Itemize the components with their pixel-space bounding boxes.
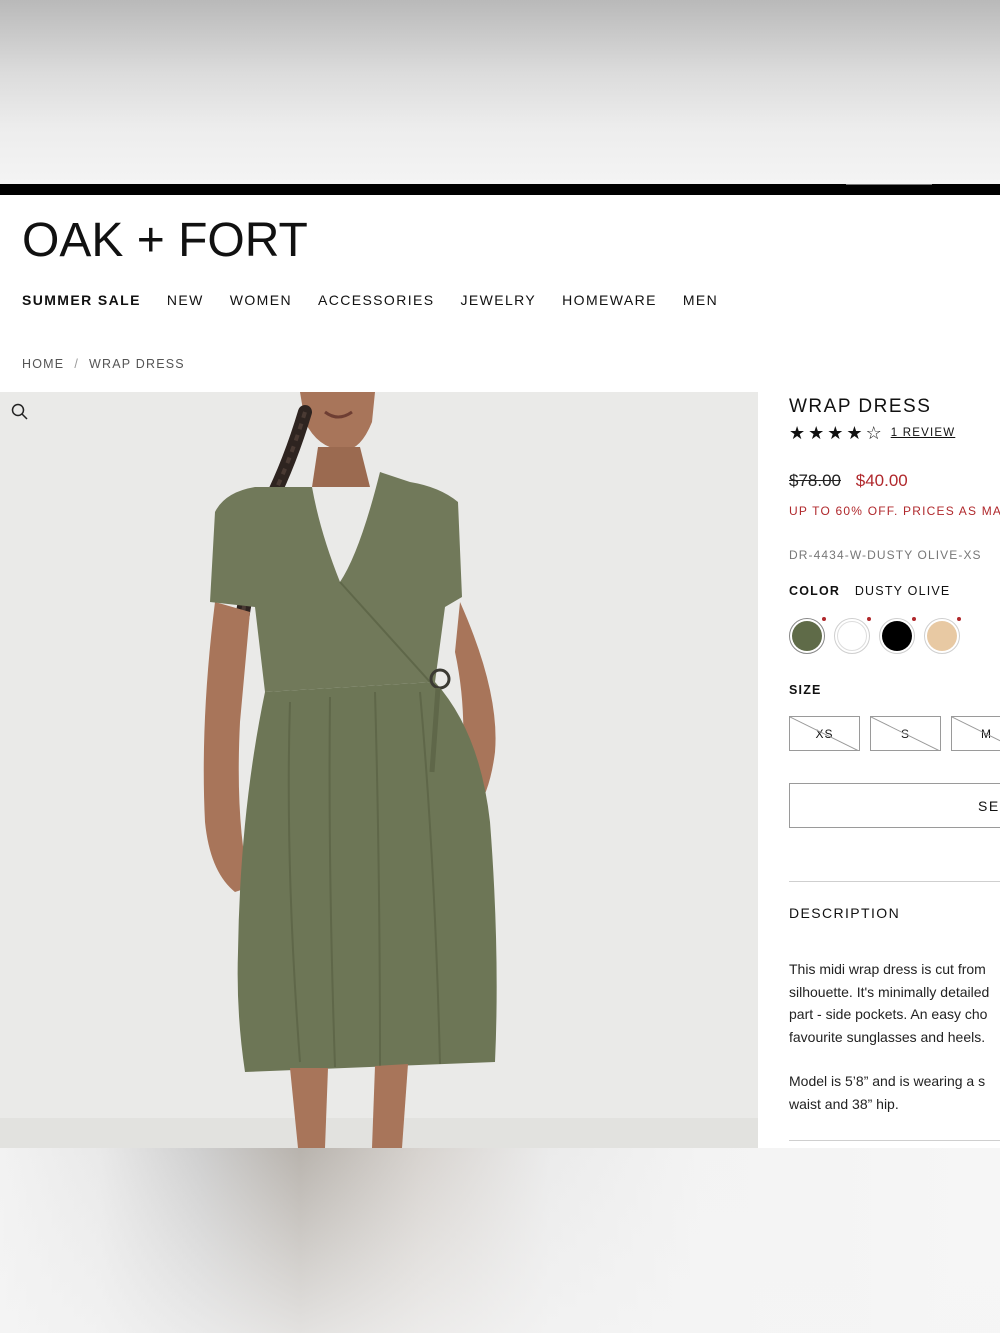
color-label: COLOR <box>789 584 841 598</box>
select-size-button-label: SEL <box>978 798 1000 814</box>
description-line: silhouette. It's minimally detailed <box>789 983 990 1000</box>
original-price: $78.00 <box>789 471 841 490</box>
description-heading[interactable]: DESCRIPTION <box>789 905 900 921</box>
breadcrumb-separator: / <box>74 357 79 371</box>
star-icon: ★ <box>846 423 863 443</box>
price-block: $78.00 $40.00 <box>789 471 908 491</box>
breadcrumb-home[interactable]: HOME <box>22 355 64 373</box>
star-icon: ★ <box>808 423 825 443</box>
description-line: favourite sunglasses and heels. <box>789 1028 986 1045</box>
star-rating[interactable]: ★ ★ ★ ★ ☆ 1 REVIEW <box>789 424 955 442</box>
availability-dot <box>957 617 961 621</box>
nav-item-new[interactable]: NEW <box>167 290 204 310</box>
announcement-bar <box>0 184 1000 195</box>
description-line: waist and 38” hip. <box>789 1095 899 1112</box>
blurred-background-top <box>0 0 1000 184</box>
star-icon: ★ <box>789 423 806 443</box>
main-navigation: SUMMER SALE NEW WOMEN ACCESSORIES JEWELR… <box>22 290 744 310</box>
size-option-m[interactable]: M <box>951 716 1000 751</box>
description-line: This midi wrap dress is cut from <box>789 961 986 977</box>
size-option-s[interactable]: S <box>870 716 941 751</box>
color-row: COLOR DUSTY OLIVE <box>789 584 950 598</box>
description-line: Model is 5’8” and is wearing a s <box>789 1073 986 1089</box>
product-title: WRAP DRESS <box>789 396 932 417</box>
swatch-black[interactable] <box>879 617 916 654</box>
promo-text: UP TO 60% OFF. PRICES AS MARK <box>789 504 1000 518</box>
swatch-sand[interactable] <box>924 617 961 654</box>
description-line: part - side pockets. An easy cho <box>789 1006 988 1022</box>
breadcrumb-current: WRAP DRESS <box>89 357 185 371</box>
swatch-white[interactable] <box>834 617 871 654</box>
zoom-icon[interactable] <box>10 402 30 422</box>
availability-dot <box>912 617 916 621</box>
star-icon: ★ <box>827 423 844 443</box>
star-outline-icon: ☆ <box>865 423 882 443</box>
nav-item-homeware[interactable]: HOMEWARE <box>562 290 657 310</box>
sale-price: $40.00 <box>855 471 908 490</box>
product-info-panel: WRAP DRESS ★ ★ ★ ★ ☆ 1 REVIEW $78.00 $40… <box>789 392 1000 1148</box>
nav-item-women[interactable]: WOMEN <box>230 290 292 310</box>
availability-dot <box>867 617 871 621</box>
size-options: XS S M <box>789 716 1000 751</box>
availability-dot <box>822 617 826 621</box>
brand-logo[interactable]: OAK + FORT <box>22 216 308 266</box>
divider <box>789 1140 1000 1141</box>
nav-item-summer-sale[interactable]: SUMMER SALE <box>22 290 141 310</box>
breadcrumb: HOME / WRAP DRESS <box>22 355 185 373</box>
size-option-xs[interactable]: XS <box>789 716 860 751</box>
swatch-olive[interactable] <box>789 617 826 654</box>
description-text: This midi wrap dress is cut from silhoue… <box>789 958 1000 1115</box>
select-size-button[interactable]: SEL <box>789 783 1000 828</box>
size-label: SIZE <box>789 683 822 697</box>
color-value: DUSTY OLIVE <box>854 584 951 598</box>
blurred-background-bottom <box>0 1148 1000 1333</box>
divider <box>789 881 1000 882</box>
sku-text: DR-4434-W-DUSTY OLIVE-XS <box>789 548 982 562</box>
product-image[interactable] <box>0 392 758 1148</box>
model-illustration <box>0 392 758 1148</box>
announcement-bar-highlight <box>846 184 932 185</box>
nav-item-jewelry[interactable]: JEWELRY <box>461 290 537 310</box>
review-link[interactable]: 1 REVIEW <box>891 424 956 442</box>
nav-item-accessories[interactable]: ACCESSORIES <box>318 290 435 310</box>
nav-item-men[interactable]: MEN <box>683 290 718 310</box>
color-swatches <box>789 617 961 654</box>
